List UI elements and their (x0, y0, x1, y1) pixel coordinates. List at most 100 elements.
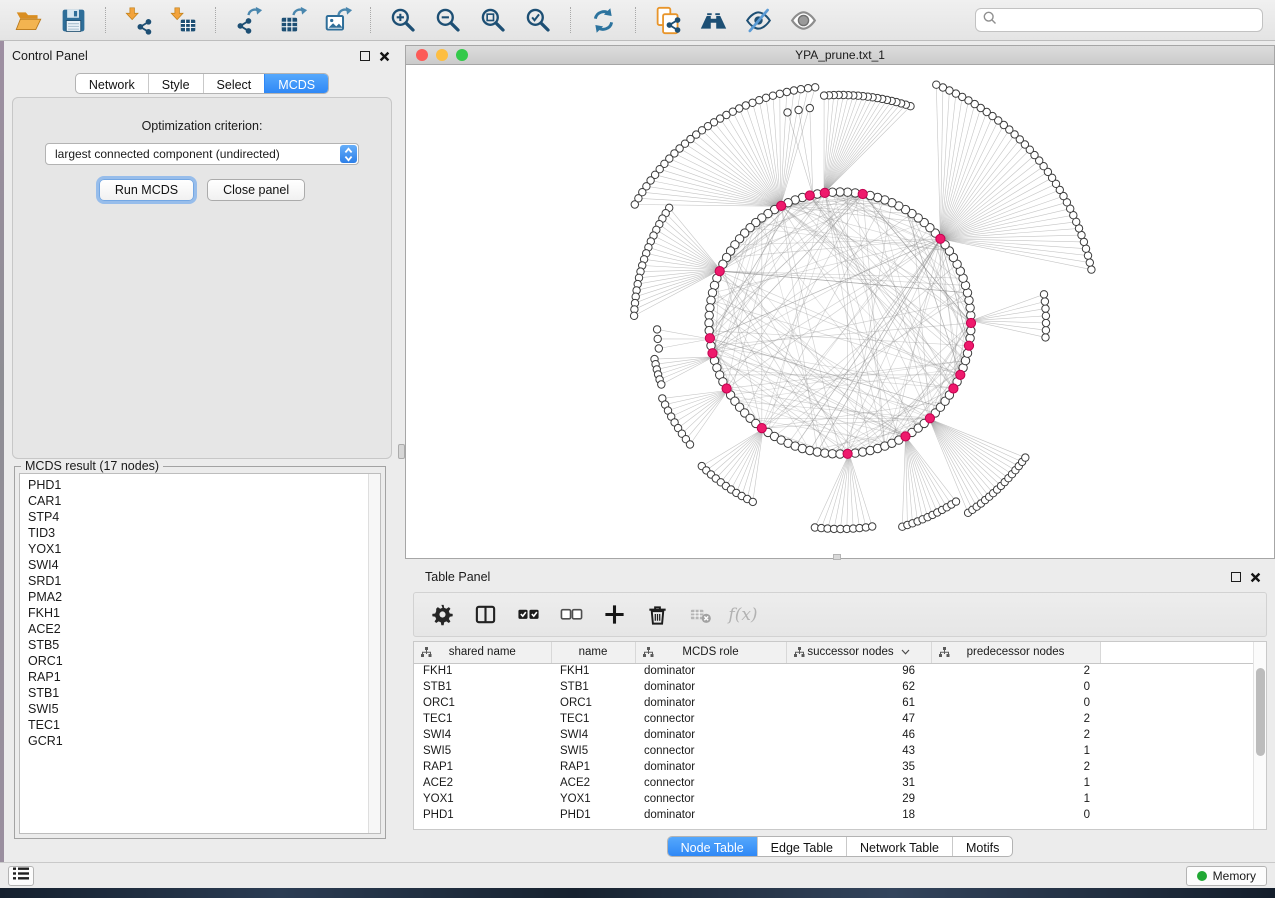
table-scrollbar-thumb[interactable] (1256, 668, 1265, 756)
select-all-rows-icon[interactable] (515, 602, 541, 628)
traffic-light-zoom[interactable] (456, 49, 468, 61)
float-table-panel-icon[interactable] (1231, 572, 1241, 582)
network-node[interactable] (686, 441, 693, 448)
network-node[interactable] (708, 289, 716, 297)
float-panel-icon[interactable] (360, 51, 370, 61)
refresh-layout-icon[interactable] (587, 4, 619, 36)
mcds-result-item[interactable]: ORC1 (28, 653, 380, 669)
mcds-result-item[interactable]: STB5 (28, 637, 380, 653)
network-node[interactable] (869, 523, 876, 530)
show-all-icon[interactable] (787, 4, 819, 36)
mcds-result-item[interactable]: SWI4 (28, 557, 380, 573)
table-tab-network-table[interactable]: Network Table (846, 837, 952, 856)
network-mcds-node[interactable] (936, 234, 945, 243)
network-window-titlebar[interactable]: YPA_prune.txt_1 (405, 45, 1275, 64)
network-canvas[interactable] (405, 64, 1275, 559)
deselect-all-rows-icon[interactable] (558, 602, 584, 628)
mcds-result-item[interactable]: YOX1 (28, 541, 380, 557)
vertical-splitter-handle[interactable] (398, 444, 405, 459)
network-node[interactable] (952, 498, 959, 505)
open-file-icon[interactable] (12, 4, 44, 36)
duplicate-network-icon[interactable] (652, 4, 684, 36)
close-panel-icon[interactable] (379, 51, 390, 62)
tab-mcds[interactable]: MCDS (264, 74, 328, 93)
export-table-icon[interactable] (277, 4, 309, 36)
network-mcds-node[interactable] (820, 188, 829, 197)
network-node[interactable] (821, 449, 829, 457)
mcds-result-item[interactable]: ACE2 (28, 621, 380, 637)
network-mcds-node[interactable] (956, 370, 965, 379)
search-input[interactable] (1002, 13, 1255, 27)
table-row[interactable]: STB1STB1dominator620 (414, 679, 1260, 695)
network-node[interactable] (1042, 312, 1049, 319)
network-node[interactable] (1022, 454, 1029, 461)
table-tab-edge-table[interactable]: Edge Table (757, 837, 846, 856)
network-node[interactable] (653, 326, 660, 333)
zoom-in-icon[interactable] (387, 4, 419, 36)
mcds-result-scrollbar[interactable] (368, 474, 380, 833)
table-row[interactable]: FKH1FKH1dominator962 (414, 663, 1260, 679)
tab-style[interactable]: Style (148, 74, 203, 93)
table-scrollbar[interactable] (1253, 642, 1266, 829)
hide-selected-icon[interactable] (742, 4, 774, 36)
network-mcds-node[interactable] (949, 384, 958, 393)
network-node[interactable] (655, 345, 662, 352)
network-node[interactable] (630, 312, 637, 319)
zoom-out-icon[interactable] (432, 4, 464, 36)
network-node[interactable] (783, 88, 790, 95)
network-node[interactable] (1088, 266, 1095, 273)
network-node[interactable] (806, 104, 813, 111)
table-row[interactable]: RAP1RAP1dominator352 (414, 759, 1260, 775)
horizontal-splitter-handle[interactable] (833, 554, 841, 560)
mcds-result-item[interactable]: TEC1 (28, 717, 380, 733)
network-mcds-node[interactable] (858, 189, 867, 198)
traffic-light-minimize[interactable] (436, 49, 448, 61)
network-node[interactable] (820, 92, 827, 99)
network-mcds-node[interactable] (925, 414, 934, 423)
network-mcds-node[interactable] (964, 341, 973, 350)
network-node[interactable] (1084, 252, 1091, 259)
network-node[interactable] (806, 446, 814, 454)
column-header-name[interactable]: name (551, 642, 635, 663)
add-column-icon[interactable] (601, 602, 627, 628)
network-mcds-node[interactable] (757, 424, 766, 433)
search-binoculars-icon[interactable] (697, 4, 729, 36)
tab-select[interactable]: Select (203, 74, 265, 93)
mcds-result-list[interactable]: PHD1CAR1STP4TID3YOX1SWI4SRD1PMA2FKH1ACE2… (19, 473, 381, 834)
network-node[interactable] (654, 335, 661, 342)
network-node[interactable] (795, 106, 802, 113)
memory-button[interactable]: Memory (1186, 866, 1267, 886)
mcds-result-item[interactable]: PHD1 (28, 477, 380, 493)
network-mcds-node[interactable] (805, 191, 814, 200)
column-header-shared-name[interactable]: shared name (414, 642, 551, 663)
mcds-result-item[interactable]: CAR1 (28, 493, 380, 509)
table-row[interactable]: SWI5SWI5connector431 (414, 743, 1260, 759)
table-row[interactable]: ACE2ACE2connector311 (414, 775, 1260, 791)
network-mcds-node[interactable] (708, 349, 717, 358)
mcds-result-item[interactable]: PMA2 (28, 589, 380, 605)
close-panel-button[interactable]: Close panel (207, 179, 305, 201)
network-node[interactable] (797, 86, 804, 93)
network-node[interactable] (769, 92, 776, 99)
table-row[interactable]: TEC1TEC1connector472 (414, 711, 1260, 727)
mcds-result-item[interactable]: FKH1 (28, 605, 380, 621)
network-node[interactable] (1042, 327, 1049, 334)
network-mcds-node[interactable] (705, 334, 714, 343)
table-settings-icon[interactable] (429, 602, 455, 628)
table-row[interactable]: SWI4SWI4dominator462 (414, 727, 1260, 743)
table-row[interactable]: PHD1PHD1dominator180 (414, 807, 1260, 823)
run-mcds-button[interactable]: Run MCDS (99, 179, 194, 201)
network-mcds-node[interactable] (722, 384, 731, 393)
mcds-result-item[interactable]: GCR1 (28, 733, 380, 749)
column-header-successor-nodes[interactable]: successor nodes (786, 642, 931, 663)
network-node[interactable] (784, 109, 791, 116)
close-table-panel-icon[interactable] (1250, 572, 1261, 583)
network-node[interactable] (749, 498, 756, 505)
table-tab-node-table[interactable]: Node Table (668, 837, 757, 856)
mcds-result-item[interactable]: STP4 (28, 509, 380, 525)
network-node[interactable] (804, 85, 811, 92)
network-node[interactable] (933, 81, 940, 88)
zoom-selected-icon[interactable] (522, 4, 554, 36)
column-header-mcds-role[interactable]: MCDS role (635, 642, 786, 663)
network-node[interactable] (1042, 305, 1049, 312)
